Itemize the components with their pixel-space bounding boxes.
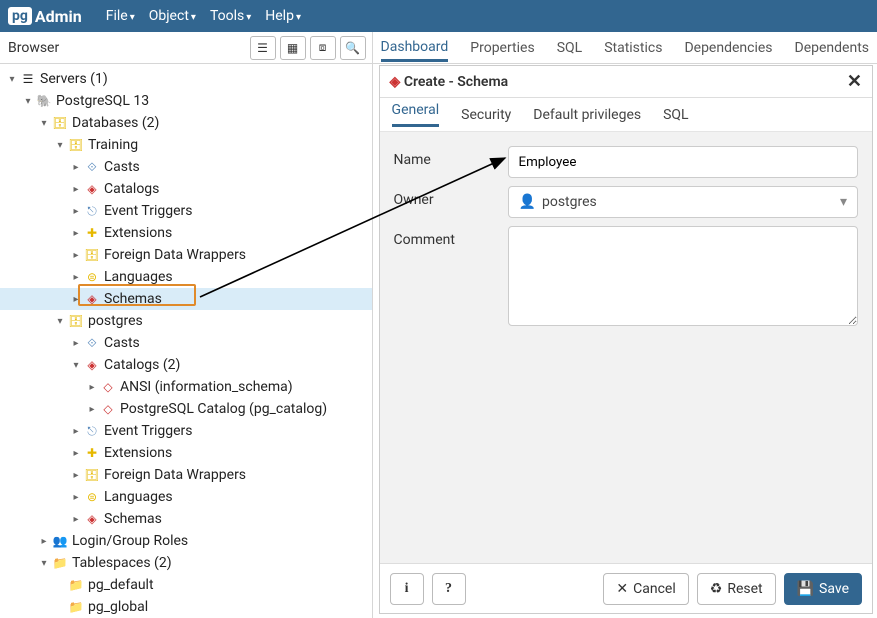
node-servers[interactable]: ▾☰Servers (1) (0, 68, 372, 90)
tool-btn-grid[interactable]: ▦ (280, 36, 306, 60)
browser-tree: ▾☰Servers (1) ▾🐘PostgreSQL 13 ▾🗄Database… (0, 64, 372, 618)
languages-icon: ⊜ (84, 269, 100, 285)
roles-icon: 👥 (52, 533, 68, 549)
node-event-triggers[interactable]: ▸⎋Event Triggers (0, 200, 372, 222)
fdw-icon: 🗄 (84, 247, 100, 263)
extensions-icon: ✚ (84, 225, 100, 241)
right-panel: Dashboard Properties SQL Statistics Depe… (373, 32, 877, 618)
node-postgres-db[interactable]: ▾🗄postgres (0, 310, 372, 332)
dlg-tab-defpriv[interactable]: Default privileges (533, 107, 641, 123)
node-schemas[interactable]: ▸◈Schemas (0, 288, 372, 310)
database-icon: 🗄 (68, 313, 84, 329)
casts-icon: ⟐ (84, 335, 100, 351)
owner-select[interactable]: 👤postgres ▾ (508, 186, 858, 218)
node-pg13[interactable]: ▾🐘PostgreSQL 13 (0, 90, 372, 112)
tool-btn-search[interactable]: 🔍 (340, 36, 366, 60)
node-languages[interactable]: ▸⊜Languages (0, 266, 372, 288)
servers-icon: ☰ (20, 71, 36, 87)
node-ansi[interactable]: ▸◇ANSI (information_schema) (0, 376, 372, 398)
node-casts2[interactable]: ▸⟐Casts (0, 332, 372, 354)
node-fdw2[interactable]: ▸🗄Foreign Data Wrappers (0, 464, 372, 486)
dialog-title: ◈ Create - Schema (390, 74, 509, 90)
trigger-icon: ⎋ (84, 423, 100, 439)
node-ts-default[interactable]: 📁pg_default (0, 574, 372, 596)
node-extensions[interactable]: ▸✚Extensions (0, 222, 372, 244)
menu-help[interactable]: Help▾ (265, 8, 301, 24)
chevron-down-icon: ▾ (840, 194, 847, 210)
tab-dependencies[interactable]: Dependencies (684, 34, 772, 62)
schema-name-input[interactable] (508, 146, 858, 178)
tool-btn-1[interactable]: ☰ (250, 36, 276, 60)
schemas-icon: ◈ (84, 511, 100, 527)
tab-sql[interactable]: SQL (557, 34, 582, 62)
node-languages2[interactable]: ▸⊜Languages (0, 486, 372, 508)
logo-left: pg (8, 7, 32, 25)
languages-icon: ⊜ (84, 489, 100, 505)
menu-tools[interactable]: Tools▾ (210, 8, 251, 24)
elephant-icon: 🐘 (36, 93, 52, 109)
catalogs-icon: ◈ (84, 181, 100, 197)
node-ts-global[interactable]: 📁pg_global (0, 596, 372, 618)
menu-file[interactable]: File▾ (106, 8, 135, 24)
database-icon: 🗄 (52, 115, 68, 131)
tab-statistics[interactable]: Statistics (604, 34, 662, 62)
tab-dashboard[interactable]: Dashboard (381, 33, 449, 62)
folder-icon: 📁 (68, 577, 84, 593)
node-casts[interactable]: ▸⟐Casts (0, 156, 372, 178)
node-catalogs2[interactable]: ▾◈Catalogs (2) (0, 354, 372, 376)
schemas-icon: ◈ (84, 291, 100, 307)
schema-icon: ◈ (390, 74, 401, 90)
cancel-button[interactable]: ✕Cancel (603, 573, 688, 605)
user-icon: 👤 (519, 194, 536, 210)
reset-button[interactable]: ♻Reset (697, 573, 776, 605)
node-databases[interactable]: ▾🗄Databases (2) (0, 112, 372, 134)
tab-properties[interactable]: Properties (470, 34, 534, 62)
label-name: Name (394, 146, 498, 186)
dlg-tab-general[interactable]: General (392, 102, 440, 127)
node-extensions2[interactable]: ▸✚Extensions (0, 442, 372, 464)
node-pgcatalog[interactable]: ▸◇PostgreSQL Catalog (pg_catalog) (0, 398, 372, 420)
node-training[interactable]: ▾🗄Training (0, 134, 372, 156)
casts-icon: ⟐ (84, 159, 100, 175)
node-schemas2[interactable]: ▸◈Schemas (0, 508, 372, 530)
dlg-tab-sql[interactable]: SQL (663, 107, 688, 123)
node-fdw[interactable]: ▸🗄Foreign Data Wrappers (0, 244, 372, 266)
node-event-triggers2[interactable]: ▸⎋Event Triggers (0, 420, 372, 442)
tab-dependents[interactable]: Dependents (795, 34, 869, 62)
menubar: pg Admin File▾ Object▾ Tools▾ Help▾ (0, 0, 877, 32)
node-catalogs[interactable]: ▸◈Catalogs (0, 178, 372, 200)
create-schema-dialog: ◈ Create - Schema ✕ General Security Def… (379, 65, 873, 614)
node-tablespaces[interactable]: ▾📁Tablespaces (2) (0, 552, 372, 574)
save-button[interactable]: 💾Save (784, 573, 862, 605)
trigger-icon: ⎋ (84, 203, 100, 219)
dlg-tab-security[interactable]: Security (461, 107, 511, 123)
database-icon: 🗄 (68, 137, 84, 153)
comment-textarea[interactable] (508, 226, 858, 326)
label-comment: Comment (394, 226, 498, 266)
browser-panel: Browser ☰ ▦ ⧈ 🔍 ▾☰Servers (1) ▾🐘PostgreS… (0, 32, 373, 618)
help-button[interactable]: ? (432, 573, 466, 605)
dialog-close[interactable]: ✕ (847, 71, 862, 92)
recycle-icon: ♻ (710, 581, 723, 597)
catalog-icon: ◇ (100, 401, 116, 417)
folder-icon: 📁 (68, 599, 84, 615)
tool-btn-filter[interactable]: ⧈ (310, 36, 336, 60)
label-owner: Owner (394, 186, 498, 226)
info-button[interactable]: i (390, 573, 424, 605)
logo-right: Admin (35, 7, 82, 26)
tablespaces-icon: 📁 (52, 555, 68, 571)
close-icon: ✕ (616, 581, 628, 597)
fdw-icon: 🗄 (84, 467, 100, 483)
catalogs-icon: ◈ (84, 357, 100, 373)
node-roles[interactable]: ▸👥Login/Group Roles (0, 530, 372, 552)
save-icon: 💾 (797, 581, 814, 597)
extensions-icon: ✚ (84, 445, 100, 461)
menu-object[interactable]: Object▾ (149, 8, 196, 24)
catalog-icon: ◇ (100, 379, 116, 395)
browser-title: Browser (8, 40, 59, 56)
